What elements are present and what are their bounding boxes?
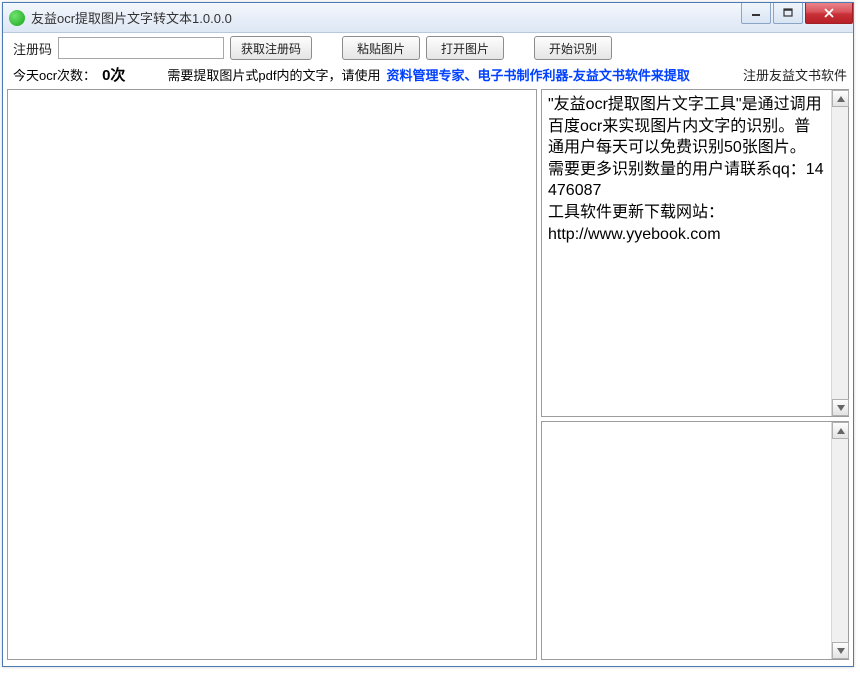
scroll-up-button[interactable]: [832, 90, 849, 107]
today-count-label: 今天ocr次数：: [13, 65, 96, 84]
reg-code-input[interactable]: [58, 37, 224, 59]
product-link[interactable]: 资料管理专家、电子书制作利器-友益文书软件来提取: [386, 65, 689, 84]
app-icon: [9, 10, 25, 26]
maximize-icon: [783, 8, 793, 18]
window-controls: [739, 3, 853, 24]
scroll-down-button[interactable]: [832, 642, 849, 659]
info-panel: "友益ocr提取图片文字工具"是通过调用百度ocr来实现图片内文字的识别。普通用…: [541, 89, 849, 417]
open-image-button[interactable]: 打开图片: [426, 36, 504, 60]
reg-label: 注册码: [13, 39, 52, 58]
output-scrollbar[interactable]: [831, 422, 848, 659]
minimize-button[interactable]: [741, 3, 771, 24]
close-button[interactable]: [805, 3, 853, 24]
maximize-button[interactable]: [773, 3, 803, 24]
close-icon: [823, 8, 835, 18]
chevron-up-icon: [837, 428, 845, 434]
minimize-icon: [751, 8, 761, 18]
window-title: 友益ocr提取图片文字转文本1.0.0.0: [31, 8, 232, 27]
content-area: "友益ocr提取图片文字工具"是通过调用百度ocr来实现图片内文字的识别。普通用…: [7, 89, 849, 660]
chevron-down-icon: [837, 648, 845, 654]
register-link[interactable]: 注册友益文书软件: [743, 65, 847, 84]
output-text[interactable]: [542, 422, 831, 659]
chevron-down-icon: [837, 405, 845, 411]
chevron-up-icon: [837, 96, 845, 102]
toolbar: 注册码 获取注册码 粘贴图片 打开图片 开始识别: [3, 33, 853, 63]
scroll-up-button[interactable]: [832, 422, 849, 439]
info-text[interactable]: "友益ocr提取图片文字工具"是通过调用百度ocr来实现图片内文字的识别。普通用…: [542, 90, 831, 416]
image-panel[interactable]: [7, 89, 537, 660]
scroll-down-button[interactable]: [832, 399, 849, 416]
right-column: "友益ocr提取图片文字工具"是通过调用百度ocr来实现图片内文字的识别。普通用…: [541, 89, 849, 660]
today-count-value: 0次: [102, 64, 125, 85]
status-bar: 今天ocr次数： 0次 需要提取图片式pdf内的文字，请使用 资料管理专家、电子…: [3, 63, 853, 85]
output-panel: [541, 421, 849, 660]
hint-text: 需要提取图片式pdf内的文字，请使用: [167, 65, 380, 84]
paste-image-button[interactable]: 粘贴图片: [342, 36, 420, 60]
titlebar[interactable]: 友益ocr提取图片文字转文本1.0.0.0: [3, 3, 853, 33]
app-window: 友益ocr提取图片文字转文本1.0.0.0 注册码 获取注册码 粘贴图片 打开图…: [2, 2, 854, 667]
info-scrollbar[interactable]: [831, 90, 848, 416]
get-code-button[interactable]: 获取注册码: [230, 36, 312, 60]
start-ocr-button[interactable]: 开始识别: [534, 36, 612, 60]
